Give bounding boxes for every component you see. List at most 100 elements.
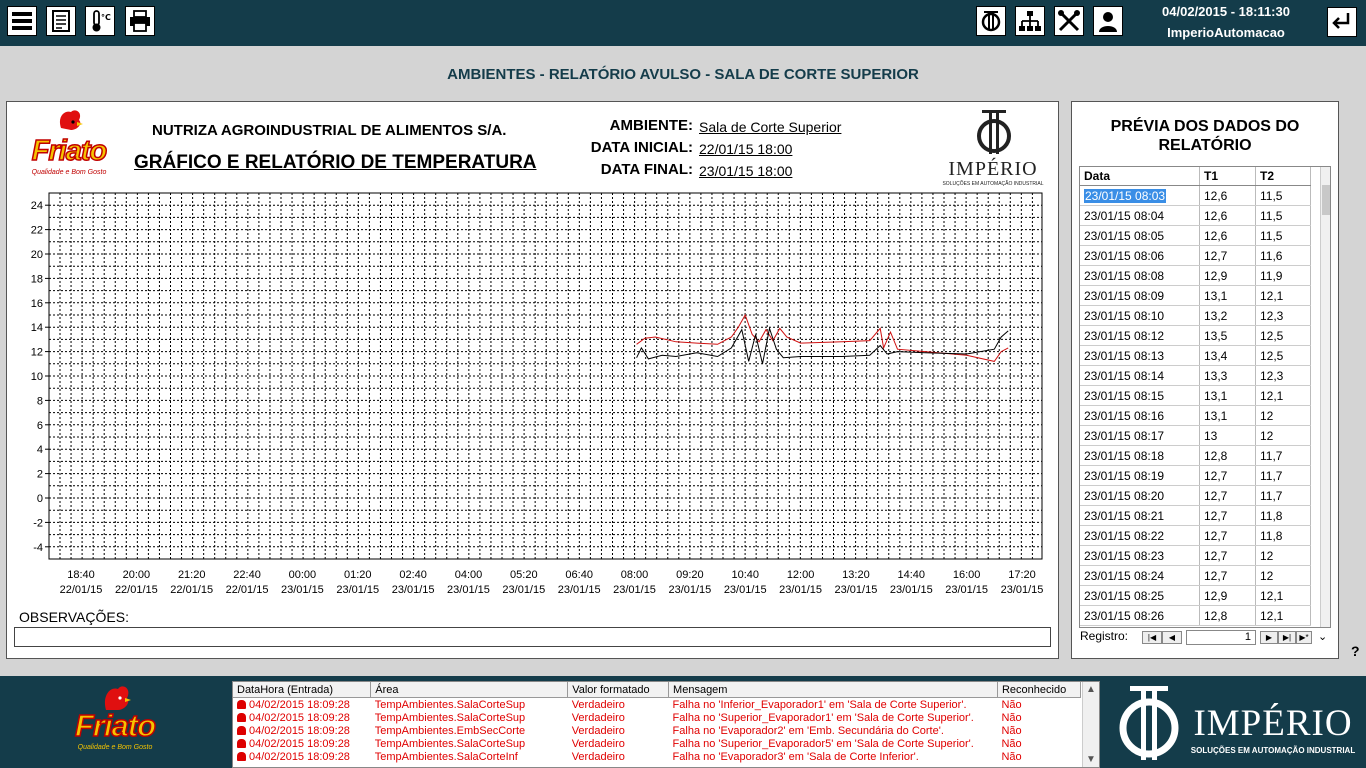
cell-data[interactable]: 23/01/15 08:12: [1080, 325, 1200, 346]
table-row[interactable]: 23/01/15 08:21 12,7 11,8: [1080, 505, 1311, 526]
cell-data[interactable]: 23/01/15 08:20: [1080, 485, 1200, 506]
preview-table[interactable]: Data T1 T2 23/01/15 08:03 12,6 11,5 23/01/1…: [1079, 166, 1331, 628]
alarm-table[interactable]: DataHora (Entrada) Área Valor formatado …: [232, 681, 1100, 768]
network-button[interactable]: [1015, 6, 1045, 36]
cell-t2[interactable]: 11,8: [1255, 525, 1311, 546]
cell-t2[interactable]: 12: [1255, 425, 1311, 446]
cell-data[interactable]: 23/01/15 08:10: [1080, 305, 1200, 326]
cell-data[interactable]: 23/01/15 08:06: [1080, 245, 1200, 266]
table-row[interactable]: 23/01/15 08:04 12,6 11,5: [1080, 205, 1311, 226]
cell-t1[interactable]: 12,7: [1199, 465, 1256, 486]
table-row[interactable]: 23/01/15 08:26 12,8 12,1: [1080, 605, 1311, 626]
alarm-col-mensagem[interactable]: Mensagem: [668, 682, 998, 698]
cell-t2[interactable]: 11,5: [1255, 205, 1311, 226]
menu-button[interactable]: [7, 6, 37, 36]
alarm-col-reconhecido[interactable]: Reconhecido: [997, 682, 1082, 698]
cell-data[interactable]: 23/01/15 08:25: [1080, 585, 1200, 606]
column-header-t2[interactable]: T2: [1255, 167, 1311, 186]
cell-t1[interactable]: 12,6: [1199, 225, 1256, 246]
cell-data[interactable]: 23/01/15 08:26: [1080, 605, 1200, 626]
alarm-col-valor[interactable]: Valor formatado: [567, 682, 670, 698]
alarm-row[interactable]: 04/02/2015 18:09:28 TempAmbientes.EmbSecC…: [233, 724, 1081, 737]
cell-t1[interactable]: 12,8: [1199, 605, 1256, 626]
alarm-scroll-up-icon[interactable]: ▲: [1086, 684, 1096, 695]
cell-t2[interactable]: 12,1: [1255, 585, 1311, 606]
observacoes-input[interactable]: [14, 627, 1051, 647]
table-row[interactable]: 23/01/15 08:22 12,7 11,8: [1080, 525, 1311, 546]
column-header-t1[interactable]: T1: [1199, 167, 1256, 186]
new-record-button[interactable]: ▶*: [1296, 631, 1312, 644]
table-row[interactable]: 23/01/15 08:08 12,9 11,9: [1080, 265, 1311, 286]
cell-t2[interactable]: 11,5: [1255, 185, 1311, 206]
table-row[interactable]: 23/01/15 08:20 12,7 11,7: [1080, 485, 1311, 506]
table-row[interactable]: 23/01/15 08:25 12,9 12,1: [1080, 585, 1311, 606]
first-record-button[interactable]: |◀: [1142, 631, 1162, 644]
cell-t1[interactable]: 13,1: [1199, 405, 1256, 426]
cell-data[interactable]: 23/01/15 08:23: [1080, 545, 1200, 566]
cell-data[interactable]: 23/01/15 08:04: [1080, 205, 1200, 226]
cell-t1[interactable]: 12,7: [1199, 245, 1256, 266]
cell-data[interactable]: 23/01/15 08:08: [1080, 265, 1200, 286]
table-row[interactable]: 23/01/15 08:23 12,7 12: [1080, 545, 1311, 566]
report-button[interactable]: [46, 6, 76, 36]
cell-t1[interactable]: 13,2: [1199, 305, 1256, 326]
cell-t2[interactable]: 11,6: [1255, 245, 1311, 266]
cell-t2[interactable]: 12,1: [1255, 285, 1311, 306]
cell-t2[interactable]: 12: [1255, 545, 1311, 566]
cell-t1[interactable]: 13,3: [1199, 365, 1256, 386]
cell-data[interactable]: 23/01/15 08:15: [1080, 385, 1200, 406]
cell-t1[interactable]: 12,8: [1199, 445, 1256, 466]
imperio-button[interactable]: [976, 6, 1006, 36]
table-row[interactable]: 23/01/15 08:09 13,1 12,1: [1080, 285, 1311, 306]
column-header-data[interactable]: Data: [1080, 167, 1200, 186]
cell-t2[interactable]: 11,7: [1255, 445, 1311, 466]
cell-t1[interactable]: 12,9: [1199, 585, 1256, 606]
cell-t1[interactable]: 13,4: [1199, 345, 1256, 366]
cell-data[interactable]: 23/01/15 08:17: [1080, 425, 1200, 446]
return-button[interactable]: [1327, 7, 1357, 37]
user-button[interactable]: [1093, 6, 1123, 36]
registro-input[interactable]: 1: [1186, 630, 1256, 645]
alarm-scroll-down-icon[interactable]: ▼: [1086, 754, 1096, 765]
cell-t1[interactable]: 12,7: [1199, 525, 1256, 546]
cell-data[interactable]: 23/01/15 08:09: [1080, 285, 1200, 306]
cell-data[interactable]: 23/01/15 08:14: [1080, 365, 1200, 386]
scroll-down-icon[interactable]: ⌄: [1318, 630, 1327, 643]
cell-t1[interactable]: 13,1: [1199, 385, 1256, 406]
cell-t1[interactable]: 13: [1199, 425, 1256, 446]
cell-t2[interactable]: 12,5: [1255, 325, 1311, 346]
cell-t2[interactable]: 12,5: [1255, 345, 1311, 366]
preview-scrollbar[interactable]: [1320, 167, 1330, 627]
cell-t1[interactable]: 12,9: [1199, 265, 1256, 286]
temperature-button[interactable]: °C: [85, 6, 115, 36]
cell-t1[interactable]: 13,5: [1199, 325, 1256, 346]
cell-t1[interactable]: 12,6: [1199, 185, 1256, 206]
alarm-scrollbar[interactable]: ▲ ▼: [1082, 682, 1099, 767]
cell-t2[interactable]: 12,3: [1255, 305, 1311, 326]
cell-t2[interactable]: 11,7: [1255, 485, 1311, 506]
cell-t2[interactable]: 12: [1255, 565, 1311, 586]
cell-t2[interactable]: 11,8: [1255, 505, 1311, 526]
print-button[interactable]: [125, 6, 155, 36]
table-row[interactable]: 23/01/15 08:06 12,7 11,6: [1080, 245, 1311, 266]
cell-t1[interactable]: 12,7: [1199, 545, 1256, 566]
cell-t1[interactable]: 12,7: [1199, 485, 1256, 506]
table-row[interactable]: 23/01/15 08:10 13,2 12,3: [1080, 305, 1311, 326]
table-row[interactable]: 23/01/15 08:12 13,5 12,5: [1080, 325, 1311, 346]
preview-scroll-thumb[interactable]: [1322, 185, 1330, 215]
table-row[interactable]: 23/01/15 08:14 13,3 12,3: [1080, 365, 1311, 386]
cell-data[interactable]: 23/01/15 08:05: [1080, 225, 1200, 246]
cell-t2[interactable]: 12: [1255, 405, 1311, 426]
table-row[interactable]: 23/01/15 08:19 12,7 11,7: [1080, 465, 1311, 486]
cell-t2[interactable]: 12,1: [1255, 385, 1311, 406]
table-row[interactable]: 23/01/15 08:18 12,8 11,7: [1080, 445, 1311, 466]
alarm-col-datahora[interactable]: DataHora (Entrada): [233, 682, 372, 698]
cell-data[interactable]: 23/01/15 08:18: [1080, 445, 1200, 466]
next-record-button[interactable]: ▶: [1260, 631, 1278, 644]
alarm-row[interactable]: 04/02/2015 18:09:28 TempAmbientes.SalaCor…: [233, 737, 1081, 750]
cell-t1[interactable]: 12,7: [1199, 505, 1256, 526]
cell-data[interactable]: 23/01/15 08:22: [1080, 525, 1200, 546]
cell-t1[interactable]: 12,6: [1199, 205, 1256, 226]
alarm-row[interactable]: 04/02/2015 18:09:28 TempAmbientes.SalaCor…: [233, 711, 1081, 724]
cell-t2[interactable]: 11,7: [1255, 465, 1311, 486]
